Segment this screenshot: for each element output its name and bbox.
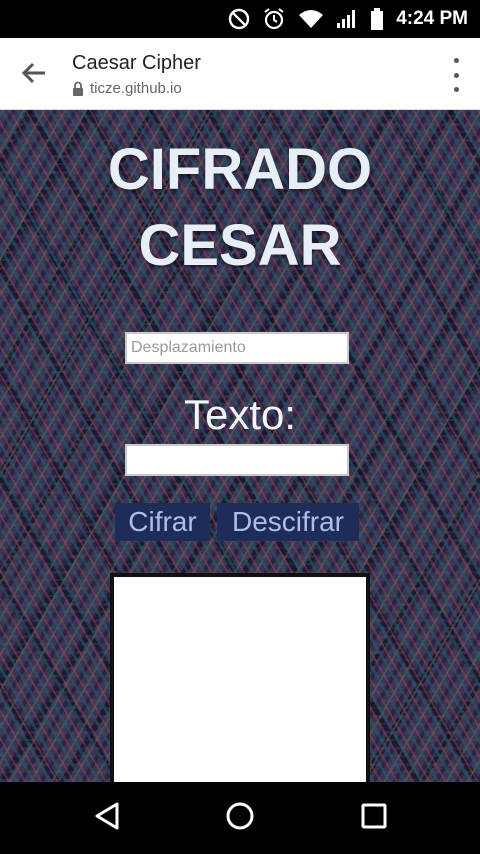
status-time: 4:24 PM <box>396 8 468 29</box>
output-box <box>110 573 370 782</box>
more-vert-icon <box>453 58 459 63</box>
browser-toolbar: Caesar Cipher ticze.github.io <box>0 38 480 110</box>
main-title: CIFRADO CESAR <box>107 137 373 278</box>
status-bar: 4:24 PM <box>0 0 480 38</box>
page-url[interactable]: ticze.github.io <box>72 80 182 97</box>
nav-recents-button[interactable] <box>356 800 392 836</box>
nav-home-button[interactable] <box>222 800 258 836</box>
menu-dot <box>453 87 459 92</box>
text-label: Texto: <box>183 391 297 438</box>
text-input[interactable] <box>125 444 349 476</box>
back-arrow-icon <box>21 62 47 89</box>
phone-screen: 4:24 PM Caesar Cipher ticze.github.io CI… <box>0 0 480 854</box>
signal-icon <box>336 9 358 29</box>
do-not-disturb-icon <box>228 8 250 30</box>
decipher-button[interactable]: Descifrar <box>217 503 359 541</box>
lock-icon <box>72 81 84 96</box>
recents-square-icon <box>361 803 387 834</box>
url-text: ticze.github.io <box>90 80 182 97</box>
more-options-button[interactable] <box>448 58 464 92</box>
page-content: CIFRADO CESAR Texto: Cifrar Descifrar <box>0 110 480 782</box>
navigation-bar <box>0 782 480 854</box>
battery-icon <box>370 8 384 30</box>
back-button[interactable] <box>14 55 54 95</box>
shift-input[interactable] <box>125 332 349 364</box>
nav-back-button[interactable] <box>89 800 125 836</box>
home-circle-icon <box>225 801 255 836</box>
menu-dot <box>453 72 459 78</box>
back-triangle-icon <box>93 801 121 836</box>
cipher-button[interactable]: Cifrar <box>115 503 210 541</box>
wifi-icon <box>298 9 324 29</box>
page-tab-title: Caesar Cipher <box>72 52 201 74</box>
alarm-icon <box>262 7 286 31</box>
